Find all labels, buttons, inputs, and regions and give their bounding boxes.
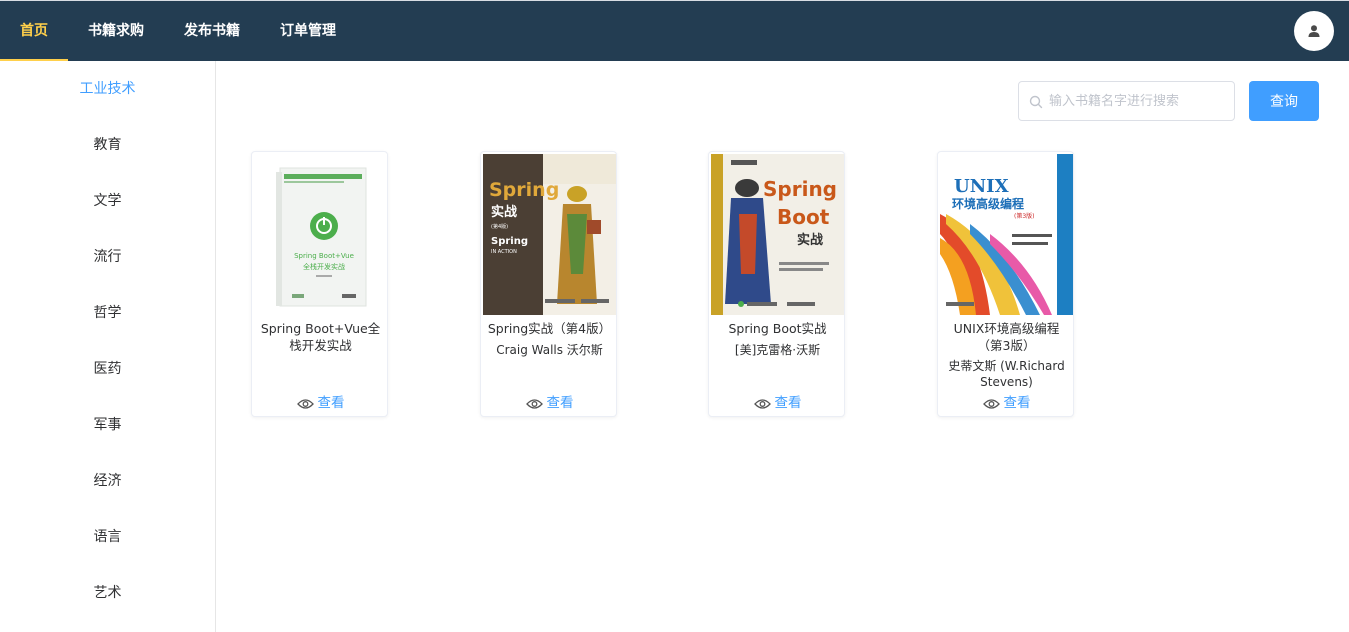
book-author: 史蒂文斯 (W.Richard Stevens)	[948, 359, 1065, 389]
search-button[interactable]: 查询	[1249, 81, 1319, 121]
nav-home[interactable]: 首页	[0, 1, 68, 61]
svg-text:实战: 实战	[797, 232, 823, 248]
nav-order-management[interactable]: 订单管理	[280, 1, 336, 61]
sidebar-item-industrial-tech[interactable]: 工业技术	[0, 61, 215, 117]
svg-text:Spring: Spring	[489, 179, 559, 201]
view-button[interactable]: 查看	[481, 391, 618, 411]
svg-text:Spring Boot+Vue: Spring Boot+Vue	[294, 252, 354, 260]
svg-text:UNIX: UNIX	[954, 176, 1009, 197]
book-cover[interactable]: Spring 实战 (第4版) Spring IN ACTION	[483, 154, 616, 315]
book-card[interactable]: Spring Boot 实战 Spring Boot实战 [美]克雷格·沃斯 查…	[708, 151, 845, 417]
search-icon	[1029, 95, 1043, 109]
view-button[interactable]: 查看	[938, 391, 1075, 411]
svg-text:环境高级编程: 环境高级编程	[952, 196, 1024, 211]
view-button[interactable]: 查看	[252, 391, 389, 411]
sidebar-item-language[interactable]: 语言	[0, 509, 215, 565]
nav-book-request[interactable]: 书籍求购	[88, 1, 144, 61]
sidebar-item-military[interactable]: 军事	[0, 397, 215, 453]
book-card[interactable]: Spring Boot+Vue 全栈开发实战 Spring Boot+Vue全栈…	[251, 151, 388, 417]
book-cover[interactable]: Spring Boot+Vue 全栈开发实战	[254, 154, 387, 315]
sidebar-item-philosophy[interactable]: 哲学	[0, 285, 215, 341]
view-button[interactable]: 查看	[709, 391, 846, 411]
search-input[interactable]	[1049, 82, 1229, 120]
svg-text:(第3版): (第3版)	[1014, 212, 1035, 220]
eye-icon	[982, 399, 1000, 409]
sidebar-item-medicine[interactable]: 医药	[0, 341, 215, 397]
book-cover[interactable]: UNIX 环境高级编程 (第3版)	[940, 154, 1073, 315]
book-card[interactable]: UNIX 环境高级编程 (第3版) UNIX环境高级编程（第3版） 史蒂文斯 (…	[937, 151, 1074, 417]
eye-icon	[296, 399, 314, 409]
eye-icon	[525, 399, 543, 409]
svg-text:Boot: Boot	[777, 205, 830, 229]
book-title: UNIX环境高级编程（第3版）	[953, 321, 1060, 353]
book-author: [美]克雷格·沃斯	[734, 343, 821, 357]
user-icon	[1308, 25, 1320, 37]
svg-text:Spring: Spring	[763, 177, 837, 201]
sidebar-item-art[interactable]: 艺术	[0, 565, 215, 621]
svg-text:Spring: Spring	[491, 236, 528, 247]
view-label: 查看	[774, 395, 802, 411]
sidebar-item-education[interactable]: 教育	[0, 117, 215, 173]
top-navbar: 首页 书籍求购 发布书籍 订单管理	[0, 0, 1349, 61]
svg-text:实战: 实战	[491, 204, 517, 220]
sidebar-item-popular[interactable]: 流行	[0, 229, 215, 285]
book-title: Spring Boot+Vue全栈开发实战	[260, 321, 381, 353]
book-cover[interactable]: Spring Boot 实战	[711, 154, 844, 315]
view-label: 查看	[317, 395, 345, 411]
svg-text:IN ACTION: IN ACTION	[491, 249, 517, 255]
book-author: Craig Walls 沃尔斯	[496, 343, 603, 357]
eye-icon	[753, 399, 771, 409]
book-card[interactable]: Spring 实战 (第4版) Spring IN ACTION Spring实…	[480, 151, 617, 417]
svg-text:全栈开发实战: 全栈开发实战	[303, 262, 345, 271]
view-label: 查看	[1003, 395, 1031, 411]
search-box	[1018, 81, 1235, 121]
book-title: Spring Boot实战	[728, 321, 827, 336]
nav-publish-book[interactable]: 发布书籍	[184, 1, 240, 61]
book-title: Spring实战（第4版）	[487, 321, 612, 336]
category-sidebar: 工业技术 教育 文学 流行 哲学 医药 军事 经济 语言 艺术	[0, 61, 216, 632]
svg-text:(第4版): (第4版)	[491, 223, 508, 230]
sidebar-item-literature[interactable]: 文学	[0, 173, 215, 229]
avatar[interactable]	[1294, 11, 1334, 51]
view-label: 查看	[546, 395, 574, 411]
sidebar-item-economics[interactable]: 经济	[0, 453, 215, 509]
